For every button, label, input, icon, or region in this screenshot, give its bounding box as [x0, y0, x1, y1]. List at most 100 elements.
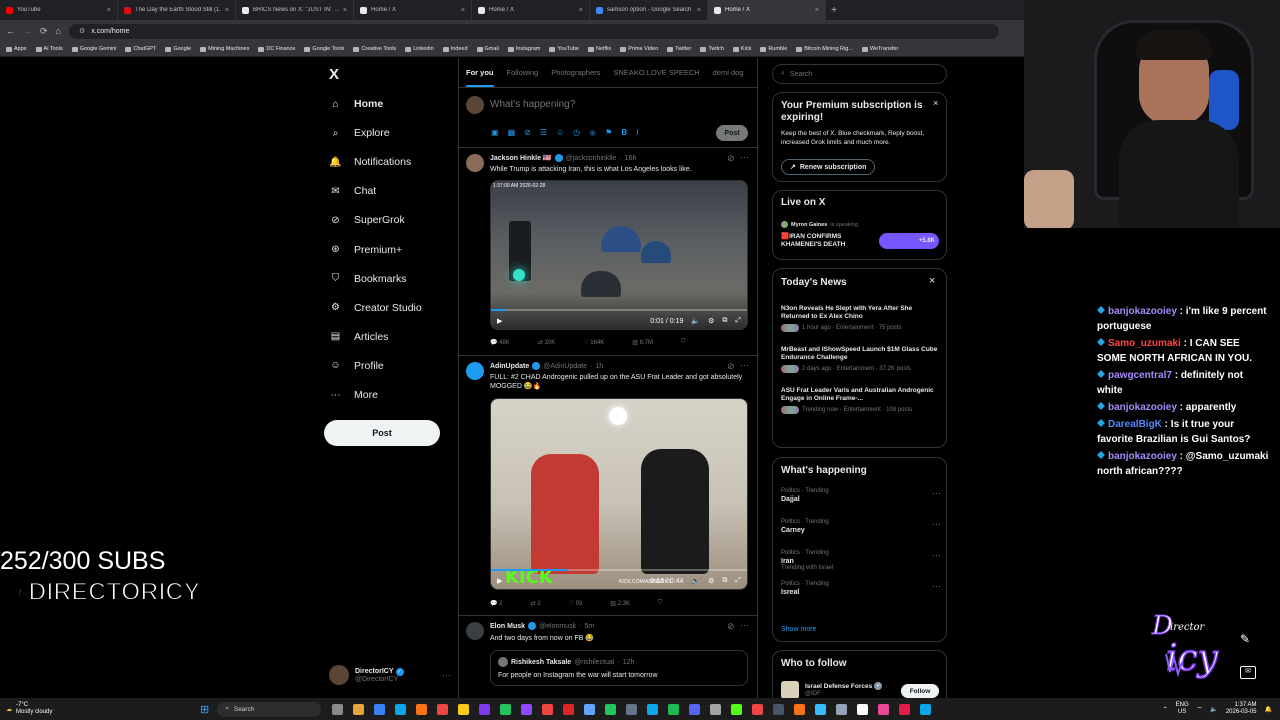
- bookmark-item[interactable]: Google Gemini: [71, 46, 116, 52]
- pip-icon[interactable]: ⧉: [722, 317, 727, 325]
- gif-icon[interactable]: ▦: [508, 128, 516, 137]
- wifi-icon[interactable]: ⌔: [1197, 705, 1203, 713]
- taskbar-app-icon[interactable]: [584, 703, 596, 715]
- live-host[interactable]: Myron Gaines is speaking: [781, 221, 858, 228]
- bold-icon[interactable]: B: [621, 128, 627, 137]
- location-icon[interactable]: ◉: [589, 128, 596, 137]
- tab-timeline[interactable]: SNEAKO LOVE SPEECH: [613, 68, 699, 77]
- bookmark-item[interactable]: Mining Machines: [200, 46, 249, 52]
- close-icon[interactable]: ×: [929, 275, 935, 287]
- author-name[interactable]: Elon Musk: [490, 623, 525, 630]
- taskbar-app-icon[interactable]: [332, 703, 344, 715]
- nav-item-articles[interactable]: ▤ Articles: [329, 328, 389, 346]
- like-button[interactable]: ♡ 93: [569, 600, 583, 607]
- quote-tweet[interactable]: Rishikesh Taksale @rishilectual · 12h Fo…: [490, 650, 748, 686]
- author-name[interactable]: Jackson Hinkle 🇺🇸: [490, 154, 552, 162]
- bookmark-item[interactable]: Gmail: [476, 46, 499, 52]
- settings-icon[interactable]: ⚙: [708, 317, 714, 325]
- bookmark-item[interactable]: Creative Tools: [353, 46, 396, 52]
- search-input[interactable]: ⌕ Search: [772, 64, 947, 84]
- taskbar-app-icon[interactable]: [626, 703, 638, 715]
- listeners-badge[interactable]: +5.8K: [879, 233, 939, 249]
- avatar[interactable]: [466, 362, 484, 380]
- bookmark-item[interactable]: Prime Video: [620, 46, 658, 52]
- tweet-time[interactable]: 1h: [595, 363, 603, 370]
- tweet-time[interactable]: 16h: [625, 155, 637, 162]
- nav-item-home[interactable]: ⌂ Home: [329, 95, 383, 113]
- avatar[interactable]: [466, 154, 484, 172]
- bookmark-item[interactable]: YouTube: [549, 46, 579, 52]
- home-page-icon[interactable]: ⌂: [56, 26, 61, 36]
- avatar[interactable]: [781, 681, 799, 699]
- avatar[interactable]: [466, 622, 484, 640]
- trend-item[interactable]: Politics · Trending Iran Trending with Isr…: [781, 550, 941, 581]
- nav-item-supergrok[interactable]: ⊘ SuperGrok: [329, 211, 404, 229]
- settings-icon[interactable]: ⚙: [708, 577, 714, 585]
- close-icon[interactable]: ×: [461, 7, 465, 14]
- compose-post-button[interactable]: Post: [716, 125, 748, 141]
- bookmark-item[interactable]: Google: [165, 46, 191, 52]
- volume-icon[interactable]: 🔈: [691, 577, 700, 585]
- clock[interactable]: 1:37 AM 2026-03-05: [1226, 702, 1257, 716]
- close-icon[interactable]: ×: [697, 7, 701, 14]
- reply-button[interactable]: 💬 2: [490, 600, 502, 607]
- taskbar-app-icon[interactable]: [647, 703, 659, 715]
- new-tab-button[interactable]: +: [826, 0, 842, 20]
- bookmark-item[interactable]: Linkedin: [405, 46, 434, 52]
- taskbar-search[interactable]: ⌕ Search: [217, 701, 322, 717]
- tweet-video[interactable]: 1:37:00 AM 2026-02-28 ▶ 0:01 / 0:19 🔈 ⚙ …: [490, 180, 748, 330]
- site-info-icon[interactable]: ⚙: [79, 27, 85, 35]
- more-icon[interactable]: ···: [740, 360, 749, 370]
- bookmark-item[interactable]: Bitcoin Mining Rig...: [796, 46, 853, 52]
- nav-item-explore[interactable]: ⌕ Explore: [329, 124, 390, 142]
- tab-timeline[interactable]: demi dog: [713, 68, 744, 77]
- author-handle[interactable]: @jacksonhinklle: [566, 155, 617, 162]
- grok-icon[interactable]: ⊘: [727, 361, 735, 372]
- fullscreen-icon[interactable]: ⤢: [735, 317, 741, 325]
- taskbar-app-icon[interactable]: [920, 703, 932, 715]
- author-handle[interactable]: @elonmusk: [539, 623, 576, 630]
- more-icon[interactable]: ···: [740, 152, 749, 162]
- url-field[interactable]: ⚙ x.com/home: [68, 23, 999, 39]
- bookmark-item[interactable]: Netflix: [587, 46, 611, 52]
- follow-name[interactable]: Israel Defense Forces ✓: [805, 682, 883, 690]
- bookmark-icon[interactable]: ⛉: [658, 600, 663, 607]
- video-progress[interactable]: [491, 309, 747, 311]
- taskbar-app-icon[interactable]: [521, 703, 533, 715]
- trend-item[interactable]: Politics · Trending Carney ···: [781, 519, 941, 550]
- taskbar-app-icon[interactable]: [395, 703, 407, 715]
- bookmark-item[interactable]: Twitch: [700, 46, 724, 52]
- browser-tab[interactable]: Home / X ×: [354, 0, 472, 20]
- tab-timeline[interactable]: Photographers: [551, 68, 600, 77]
- compose-input[interactable]: What's happening?: [490, 99, 575, 110]
- browser-tab[interactable]: The Day the Earth Stood Still (1... ×: [118, 0, 236, 20]
- tab-timeline[interactable]: Following: [507, 68, 539, 77]
- views-button[interactable]: ▥ 8.7M: [632, 339, 653, 346]
- bookmark-item[interactable]: Twitter: [667, 46, 691, 52]
- author-handle[interactable]: @AdinUpdate: [543, 363, 587, 370]
- italic-icon[interactable]: I: [636, 128, 638, 137]
- close-icon[interactable]: ×: [933, 98, 938, 108]
- nav-item-notifications[interactable]: 🔔 Notifications: [329, 153, 411, 171]
- bookmark-item[interactable]: Apps: [6, 46, 27, 52]
- flag-icon[interactable]: ⚑: [605, 128, 612, 137]
- repost-button[interactable]: ⇄ 30K: [538, 339, 555, 346]
- more-icon[interactable]: ···: [932, 519, 941, 529]
- bookmark-item[interactable]: Google Tools: [304, 46, 344, 52]
- close-icon[interactable]: ×: [579, 7, 583, 14]
- close-icon[interactable]: ×: [343, 7, 347, 14]
- volume-icon[interactable]: 🔈: [691, 317, 700, 325]
- back-icon[interactable]: ←: [6, 26, 15, 36]
- taskbar-app-icon[interactable]: [836, 703, 848, 715]
- taskbar-app-icon[interactable]: [542, 703, 554, 715]
- grok-icon[interactable]: ⊘: [524, 128, 531, 137]
- more-icon[interactable]: ···: [740, 620, 749, 630]
- more-icon[interactable]: ···: [932, 550, 941, 560]
- live-headline[interactable]: 🟥IRAN CONFIRMS KHAMENEI'S DEATH: [781, 233, 876, 249]
- taskbar-app-icon[interactable]: [668, 703, 680, 715]
- schedule-icon[interactable]: ◷: [573, 128, 580, 137]
- bookmark-item[interactable]: Kick: [732, 46, 751, 52]
- x-logo[interactable]: X: [329, 66, 339, 83]
- renew-button[interactable]: ↗ Renew subscription: [781, 159, 876, 175]
- tab-timeline[interactable]: For you: [466, 68, 494, 87]
